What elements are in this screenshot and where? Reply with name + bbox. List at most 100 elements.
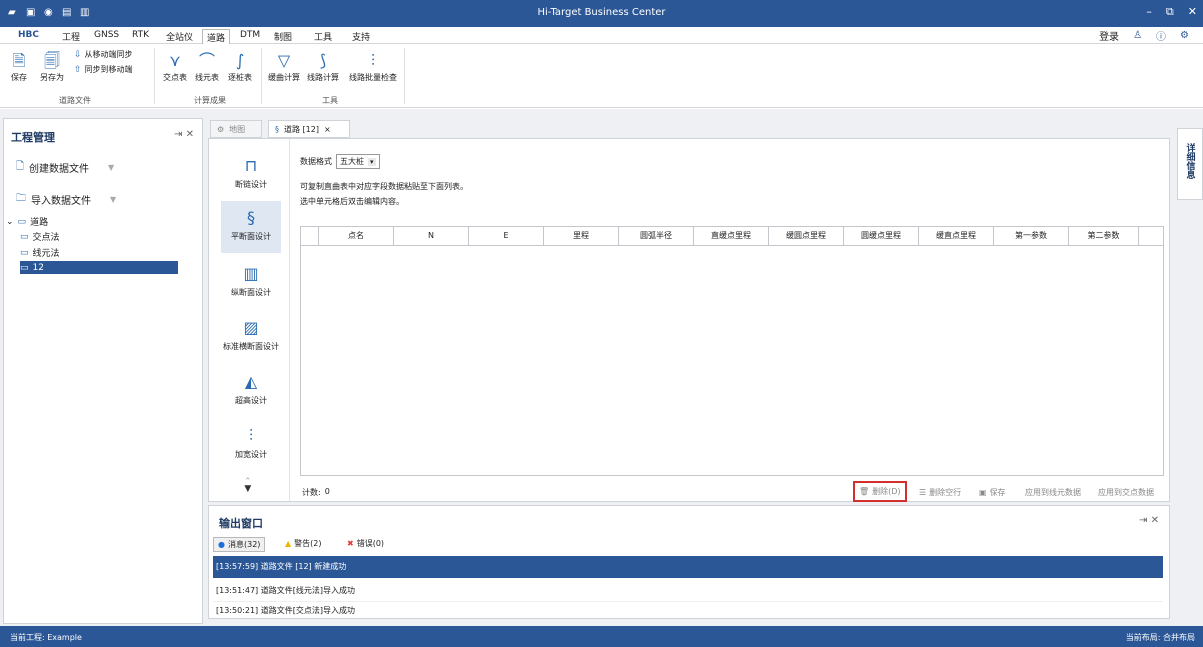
tab-errors[interactable]: ✖ 错误(0) — [343, 537, 388, 550]
superelevation-design-button[interactable]: ◭ 超高设计 — [221, 369, 281, 406]
column-header[interactable]: 直缓点里程 — [694, 227, 769, 245]
tree-item-selected[interactable]: ▭ 12 — [20, 261, 178, 274]
tab-support[interactable]: 支持 — [348, 29, 374, 44]
delete-empty-rows-button[interactable]: ☰ 删除空行 — [919, 487, 961, 498]
tab-messages[interactable]: ● 消息(32) — [213, 537, 266, 552]
column-header[interactable]: 圆缓点里程 — [844, 227, 919, 245]
tab-road-12[interactable]: § 道路 [12] × — [268, 120, 350, 138]
scroll-arrows[interactable]: ⌃ ▼ — [244, 478, 252, 494]
apply-intersection-button[interactable]: 应用到交点数据 — [1098, 487, 1154, 498]
tab-dtm[interactable]: DTM — [236, 29, 264, 41]
chevron-down-icon[interactable]: ▾ — [368, 157, 376, 166]
tab-map[interactable]: ⚙ 地图 — [210, 120, 262, 138]
import-data-file-button[interactable]: 🗀 导入数据文件 ▼ — [16, 191, 116, 208]
chevron-down-icon[interactable]: ▼ — [110, 195, 116, 204]
output-line[interactable]: [13:51:47] 道路文件[线元法]导入成功 — [213, 580, 1163, 602]
tree-root-road[interactable]: ⌄ ▭ 道路 — [6, 215, 49, 229]
count-value: 0 — [324, 487, 330, 496]
group-label-road-file: 道路文件 — [59, 96, 91, 105]
output-line[interactable]: [13:50:21] 道路文件[交点法]导入成功 — [213, 602, 1163, 618]
sync-to-mobile-button[interactable]: ⇧ 同步到移动端 — [74, 64, 133, 75]
tree-item[interactable]: ▭ 线元法 — [20, 246, 180, 260]
side-button-label: 平断面设计 — [231, 232, 271, 241]
widening-design-button[interactable]: ⫶ 加宽设计 — [221, 423, 281, 460]
tab-drawing[interactable]: 制图 — [270, 29, 296, 44]
column-header[interactable]: 第二参数 — [1069, 227, 1139, 245]
output-window: 输出窗口 ⇥ ✕ ● 消息(32) ▲ 警告(2) ✖ 错误(0) [13:57… — [208, 505, 1170, 619]
tab-warnings[interactable]: ▲ 警告(2) — [281, 537, 326, 550]
panel-controls: ⇥ ✕ — [174, 129, 194, 140]
road-calc-button[interactable]: ⟆ 线路计算 — [305, 50, 341, 83]
close-icon[interactable]: ✕ — [1151, 515, 1159, 526]
table-save-button[interactable]: ▣ 保存 — [979, 487, 1006, 498]
road-batch-check-button[interactable]: ⫶ 线路批量检查 — [345, 50, 401, 83]
save-as-button[interactable]: 🗐 另存为 — [38, 50, 66, 83]
column-header[interactable]: 点名 — [319, 227, 394, 245]
output-line-selected[interactable]: [13:57:59] 道路文件 [12] 新建成功 — [213, 556, 1163, 578]
pin-icon[interactable]: ⇥ — [1139, 515, 1147, 526]
tree-item[interactable]: ▭ 交点法 — [20, 230, 180, 244]
column-header[interactable]: 圆弧半径 — [619, 227, 694, 245]
intersection-table-label: 交点表 — [163, 73, 187, 82]
save-button[interactable]: 🗎 保存 — [8, 50, 30, 83]
side-button-label: 断链设计 — [235, 180, 267, 189]
vertical-design-button[interactable]: ▥ 纵断面设计 — [221, 261, 281, 298]
restore-button[interactable]: ⧉ — [1166, 5, 1174, 19]
horizontal-design-button[interactable]: § 平断面设计 — [221, 201, 281, 253]
sync-from-mobile-button[interactable]: ⇩ 从移动端同步 — [74, 49, 133, 60]
sync-down-icon: ⇩ — [74, 49, 82, 60]
tab-road[interactable]: 道路 — [202, 29, 231, 45]
user-icon[interactable]: ♙ — [1133, 30, 1142, 41]
intersection-table-button[interactable]: ⋎ 交点表 — [162, 50, 188, 83]
tab-total-station[interactable]: 全站仪 — [162, 29, 197, 44]
tab-hbc[interactable]: HBC — [14, 29, 43, 41]
settings-icon[interactable]: ⚙ — [1180, 30, 1189, 41]
column-header[interactable]: 缓圆点里程 — [769, 227, 844, 245]
hint-text-1: 可复制直曲表中对应字段数据粘贴至下面列表。 — [300, 182, 468, 191]
gear-icon: ⚙ — [217, 124, 225, 134]
tree-root-label: 道路 — [30, 218, 49, 228]
ribbon-divider — [404, 48, 405, 104]
chevron-down-icon[interactable]: ▼ — [244, 484, 251, 494]
login-link[interactable]: 登录 — [1099, 28, 1119, 43]
save-as-icon: 🗐 — [44, 51, 60, 70]
close-tab-icon[interactable]: × — [324, 125, 331, 134]
close-icon[interactable]: ✕ — [186, 129, 194, 140]
close-button[interactable]: ✕ — [1188, 5, 1197, 19]
station-table-button[interactable]: ∫ 逐桩表 — [225, 50, 255, 83]
standard-cross-section-button[interactable]: ▨ 标准横断面设计 — [221, 315, 281, 352]
expand-arrow-icon[interactable]: ⌄ — [6, 217, 14, 227]
detail-info-tab[interactable]: 详细信息 — [1177, 128, 1203, 200]
tab-tools[interactable]: 工具 — [310, 29, 336, 44]
curve-table[interactable]: 点名 N E 里程 圆弧半径 直缓点里程 缓圆点里程 圆缓点里程 缓直点里程 第… — [300, 226, 1164, 476]
minimize-button[interactable]: – — [1146, 5, 1152, 19]
fan-icon: ▽ — [277, 51, 291, 70]
vertical-profile-icon: ▥ — [243, 264, 259, 283]
data-format-select[interactable]: 五大桩 ▾ — [336, 154, 380, 169]
save-file-icon: 🗎 — [12, 51, 26, 70]
save-as-label: 另存为 — [40, 73, 64, 82]
create-data-file-button[interactable]: 🗋 创建数据文件 ▼ — [16, 159, 114, 176]
help-icon[interactable]: ⓘ — [1156, 28, 1166, 43]
chainage-break-design-button[interactable]: ⊓ 断链设计 — [221, 153, 281, 190]
tab-rtk[interactable]: RTK — [128, 29, 153, 41]
row-header-corner — [301, 227, 319, 245]
folder-icon: 🗀 — [16, 193, 26, 204]
column-header[interactable]: N — [394, 227, 469, 245]
tab-gnss[interactable]: GNSS — [90, 29, 123, 41]
column-header[interactable]: 第一参数 — [994, 227, 1069, 245]
tab-project[interactable]: 工程 — [58, 29, 84, 44]
chevron-down-icon[interactable]: ▼ — [108, 163, 114, 172]
project-manager-panel: 工程管理 ⇥ ✕ 🗋 创建数据文件 ▼ 🗀 导入数据文件 ▼ ⌄ ▭ 道路 ▭ … — [3, 118, 203, 624]
curve-calc-button[interactable]: ▽ 缓曲计算 — [266, 50, 302, 83]
line-element-table-button[interactable]: ⌒ 线元表 — [193, 50, 221, 83]
column-header[interactable]: 里程 — [544, 227, 619, 245]
apply-line-element-button[interactable]: 应用到线元数据 — [1025, 487, 1081, 498]
detail-info-label: 详细信息 — [1184, 143, 1195, 179]
pin-icon[interactable]: ⇥ — [174, 129, 182, 140]
delete-button[interactable]: 🗑 删除(D) — [853, 481, 907, 502]
column-header[interactable]: E — [469, 227, 544, 245]
error-icon: ✖ — [347, 539, 354, 548]
column-header[interactable]: 缓直点里程 — [919, 227, 994, 245]
output-controls: ⇥ ✕ — [1139, 515, 1159, 526]
